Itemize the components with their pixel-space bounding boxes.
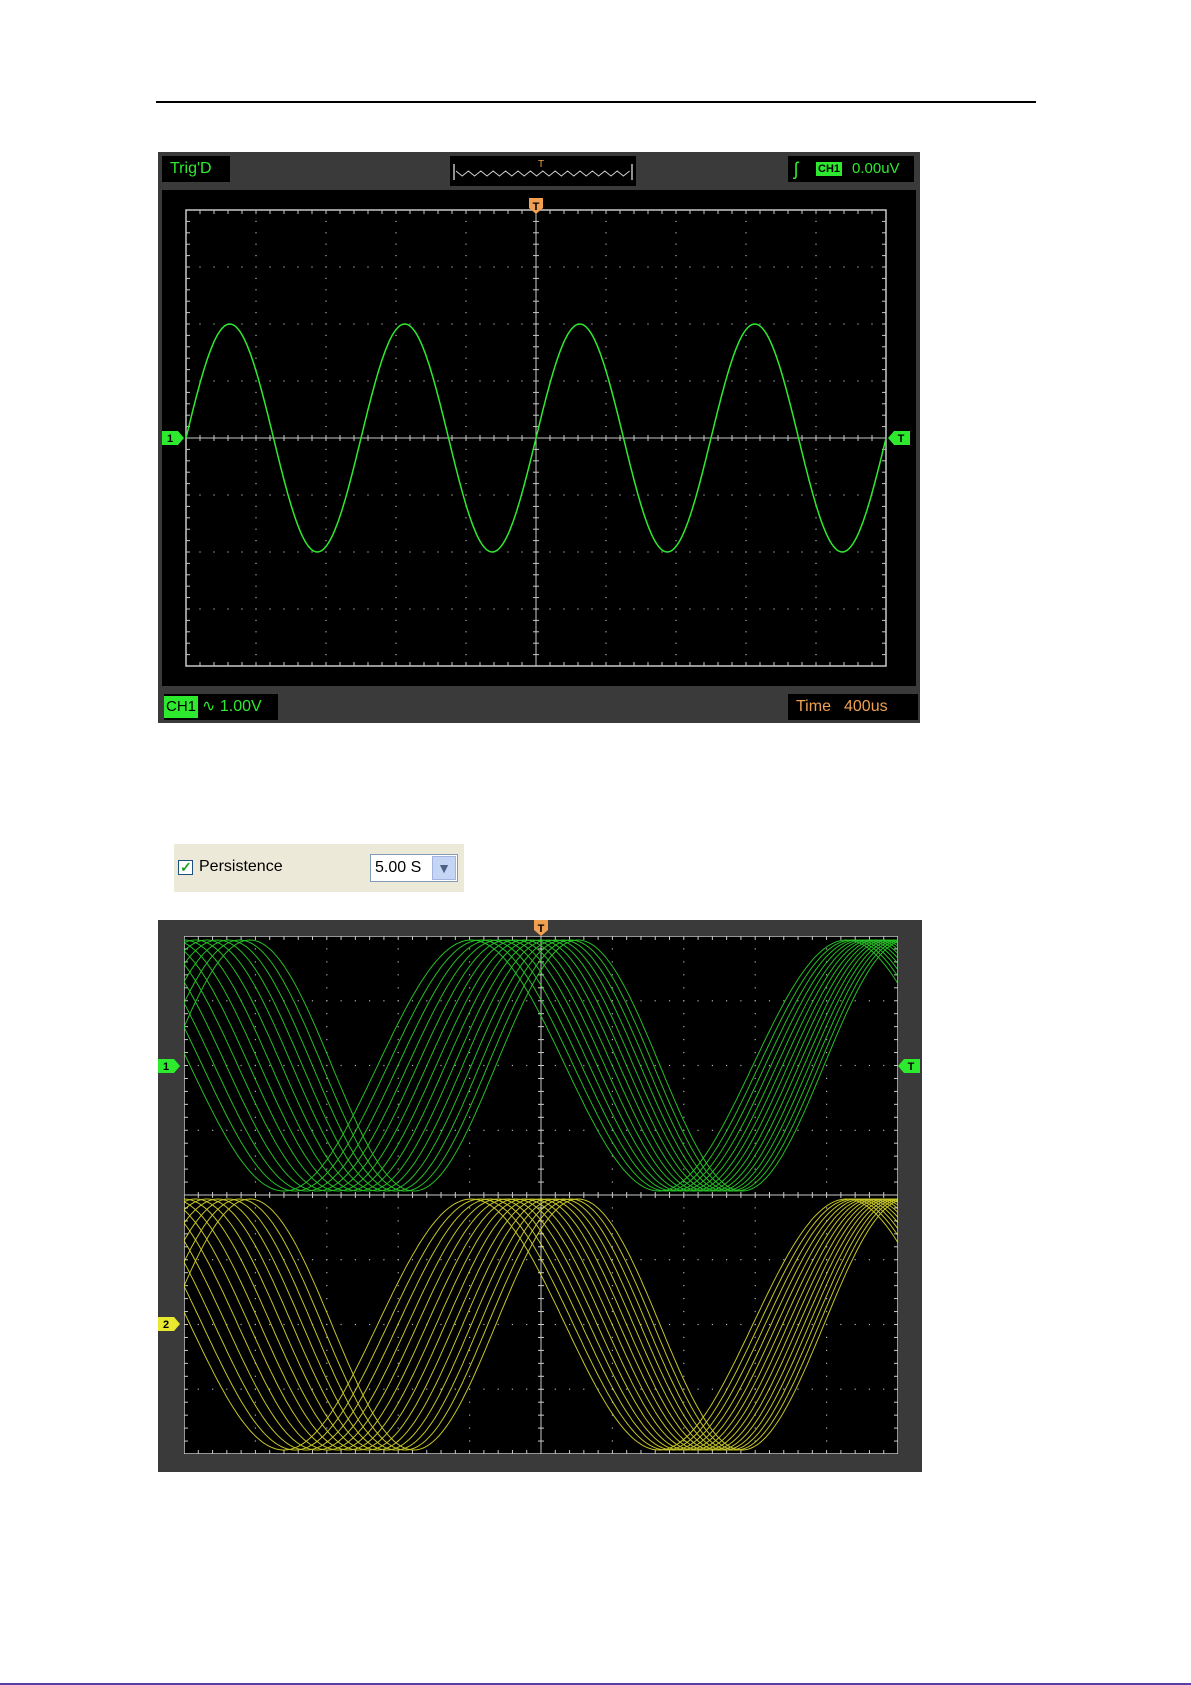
- volts-per-div-value: 1.00V: [219, 698, 262, 715]
- ac-coupling-icon: ∿: [202, 698, 216, 715]
- checkmark-icon: ✓: [180, 859, 192, 875]
- ch2-ground-marker-label: 2: [163, 1319, 169, 1331]
- waveform-canvas: T 1 T: [162, 198, 910, 667]
- persistence-waveform-screen[interactable]: [183, 935, 899, 1455]
- ch2-ground-marker: 2: [158, 1317, 180, 1331]
- trigger-position-marker-label: T: [538, 923, 545, 935]
- ch1-ground-marker-label: 1: [163, 1061, 169, 1073]
- trigger-level-marker-label: T: [898, 433, 905, 445]
- ch1-ground-marker: 1: [162, 431, 184, 445]
- trigger-settings[interactable]: ʃ CH1 0.00uV: [788, 156, 914, 182]
- oscilloscope-display-single: Trig'D T ʃ CH1 0.00uV T 1 T CH1 ∿ 1.00V Ti…: [158, 152, 920, 723]
- top-status-bar: Trig'D T ʃ CH1 0.00uV: [158, 152, 920, 188]
- trigger-level-marker-label: T: [908, 1061, 915, 1073]
- persistence-canvas: [183, 935, 899, 1455]
- trigger-source: CH1: [816, 162, 843, 176]
- timeline-trigger-marker: T: [538, 159, 544, 170]
- graticule: [183, 935, 899, 1455]
- channel-label: CH1: [164, 696, 199, 718]
- ch1-settings[interactable]: CH1 ∿ 1.00V: [164, 694, 278, 720]
- page-header-rule: [156, 101, 1036, 103]
- ch1-ground-marker: 1: [158, 1059, 180, 1073]
- trigger-position-marker: T: [529, 198, 543, 214]
- ch1-ground-marker-label: 1: [167, 433, 173, 445]
- persistence-control: ✓ Persistence 5.00 S ▼: [174, 844, 464, 892]
- timebase-settings[interactable]: Time 400us: [788, 694, 918, 720]
- time-label: Time: [796, 698, 831, 715]
- bottom-status-bar: CH1 ∿ 1.00V Time 400us: [158, 686, 920, 723]
- volts-per-div: ∿ 1.00V: [202, 694, 262, 720]
- trigger-position-marker: T: [534, 920, 548, 936]
- trigger-status: Trig'D: [162, 156, 230, 182]
- waveform-screen[interactable]: T 1 T: [162, 190, 916, 686]
- persistence-checkbox[interactable]: ✓: [178, 859, 193, 875]
- persistence-label: Persistence: [199, 858, 283, 875]
- time-per-div: 400us: [844, 698, 888, 715]
- rising-edge-icon: ʃ: [794, 159, 798, 179]
- trigger-level: 0.00uV: [852, 160, 900, 177]
- timebase-overview-wave: T: [453, 159, 633, 180]
- persistence-time-value: 5.00 S: [375, 859, 422, 876]
- trigger-level-marker: T: [898, 1059, 920, 1073]
- oscilloscope-display-persistence: T 1 2 T: [158, 920, 922, 1472]
- persistence-time-select[interactable]: 5.00 S ▼: [370, 854, 458, 882]
- timebase-overview[interactable]: T: [450, 156, 636, 186]
- chevron-down-icon[interactable]: ▼: [432, 856, 456, 880]
- trigger-level-marker: T: [888, 431, 910, 445]
- trigger-position-marker-label: T: [533, 201, 540, 213]
